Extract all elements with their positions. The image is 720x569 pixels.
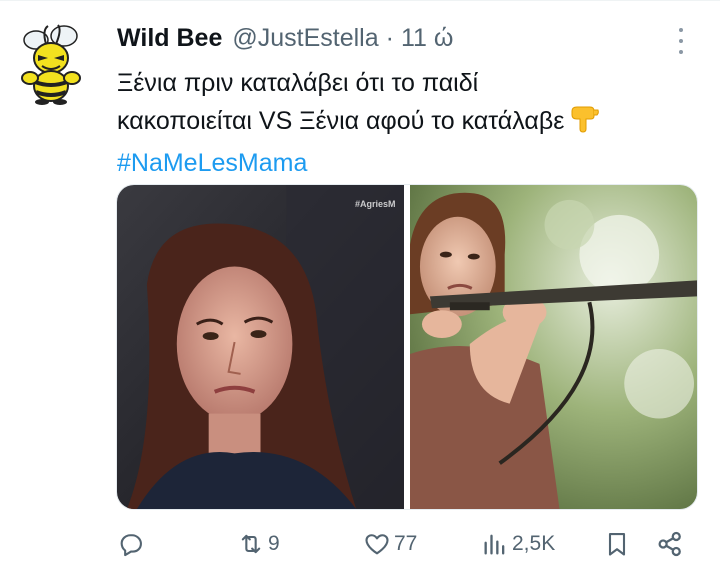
like-button[interactable]: 77: [363, 528, 417, 560]
tweet-header: Wild Bee @JustEstella · 11 ώ: [117, 24, 453, 56]
share-icon: [655, 529, 685, 559]
heart-icon: [363, 530, 391, 558]
more-options-icon[interactable]: [674, 28, 688, 54]
retweet-button[interactable]: 9: [237, 528, 280, 560]
photo-2[interactable]: [410, 185, 697, 509]
tweet-text-line: Ξένια πριν καταλάβει ότι το παιδί: [117, 69, 479, 97]
bookmark-button[interactable]: [603, 528, 631, 560]
tweet-text: Ξένια πριν καταλάβει ότι το παιδί κακοπο…: [117, 64, 707, 182]
views-count: 2,5K: [512, 532, 556, 555]
timestamp[interactable]: 11 ώ: [401, 24, 453, 53]
views-button[interactable]: 2,5K: [481, 528, 555, 560]
views-icon: [481, 530, 509, 558]
separator-dot: ·: [385, 24, 394, 52]
user-handle[interactable]: @JustEstella: [232, 24, 378, 53]
tweet-text-line: κακοποιείται VS Ξένια αφού το κατάλαβε: [117, 102, 707, 144]
share-button[interactable]: [655, 528, 685, 560]
divider: [0, 0, 720, 1]
media-grid[interactable]: #AgriesM: [116, 184, 698, 510]
pointing-down-icon: [570, 105, 600, 144]
media-watermark: #AgriesM: [355, 199, 396, 209]
tweet-text-segment: κακοποιείται VS Ξένια αφού το κατάλαβε: [117, 107, 565, 135]
reply-button[interactable]: [117, 528, 145, 560]
bookmark-icon: [603, 530, 631, 558]
retweet-icon: [237, 530, 265, 558]
tweet[interactable]: Wild Bee @JustEstella · 11 ώ Ξένια πριν …: [0, 0, 720, 569]
hashtag-link[interactable]: #NaMeLesMama: [117, 144, 707, 182]
display-name[interactable]: Wild Bee: [117, 24, 222, 53]
action-bar: 9 77 2,5K: [117, 528, 692, 562]
retweet-count: 9: [268, 532, 280, 555]
photo-1[interactable]: #AgriesM: [117, 185, 404, 509]
avatar[interactable]: [18, 22, 86, 106]
reply-icon: [117, 530, 145, 558]
like-count: 77: [394, 532, 418, 555]
